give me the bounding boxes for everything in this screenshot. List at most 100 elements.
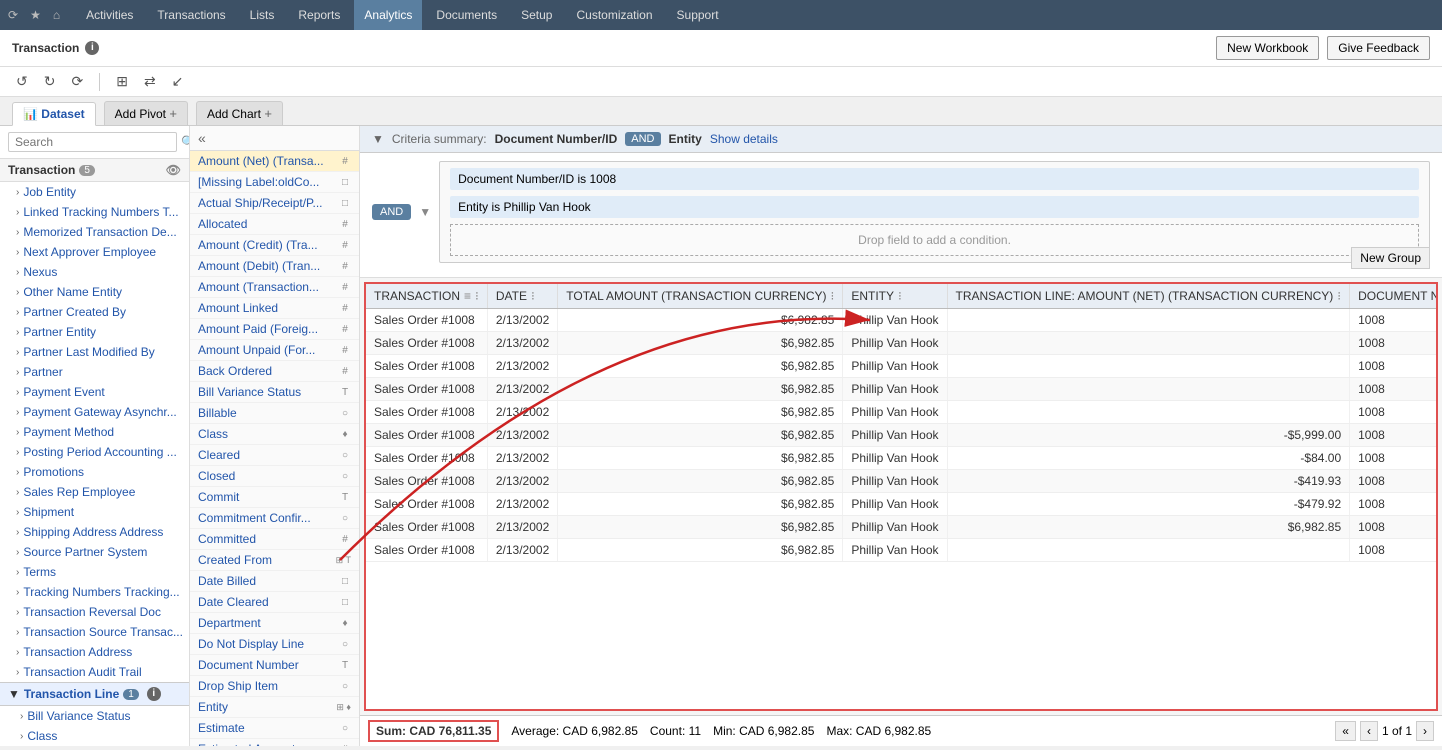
nav-lists[interactable]: Lists [240, 0, 285, 30]
field-back-ordered[interactable]: Back Ordered # [190, 361, 359, 382]
field-drop-ship[interactable]: Drop Ship Item ○ [190, 676, 359, 697]
sidebar-item-payment-method[interactable]: › Payment Method [0, 422, 189, 442]
field-committed[interactable]: Committed # [190, 529, 359, 550]
star-icon[interactable]: ★ [30, 8, 41, 22]
refresh-icon[interactable]: ⟳ [67, 71, 87, 92]
sidebar-item-partner-created[interactable]: › Partner Created By [0, 302, 189, 322]
tab-add-pivot[interactable]: Add Pivot + [104, 101, 188, 125]
share-icon[interactable]: ⇄ [140, 71, 160, 92]
cell-doc-num[interactable]: 1008 [1350, 493, 1438, 516]
cell-transaction[interactable]: Sales Order #1008 [366, 447, 487, 470]
sidebar-item-posting-period[interactable]: › Posting Period Accounting ... [0, 442, 189, 462]
cell-transaction[interactable]: Sales Order #1008 [366, 355, 487, 378]
cell-transaction[interactable]: Sales Order #1008 [366, 539, 487, 562]
house-icon[interactable]: ⌂ [53, 8, 60, 22]
field-commitment-confirm[interactable]: Commitment Confir... ○ [190, 508, 359, 529]
field-bill-variance[interactable]: Bill Variance Status T [190, 382, 359, 403]
field-created-from[interactable]: Created From ⊞ T [190, 550, 359, 571]
first-page-button[interactable]: « [1335, 721, 1356, 741]
field-commit[interactable]: Commit T [190, 487, 359, 508]
field-amount-transaction[interactable]: Amount (Transaction... # [190, 277, 359, 298]
tab-dataset[interactable]: 📊 Dataset [12, 102, 96, 126]
visibility-icon[interactable]: 👁 [166, 163, 181, 177]
field-entity[interactable]: Entity ⊞ ♦ [190, 697, 359, 718]
sidebar-item-shipment[interactable]: › Shipment [0, 502, 189, 522]
sidebar-item-terms[interactable]: › Terms [0, 562, 189, 582]
col-date[interactable]: DATE ⁝ [487, 284, 557, 309]
sidebar-item-partner-last[interactable]: › Partner Last Modified By [0, 342, 189, 362]
prev-page-button[interactable]: ‹ [1360, 721, 1378, 741]
field-amount-net[interactable]: Amount (Net) (Transa... # [190, 151, 359, 172]
sidebar-item-tracking-numbers[interactable]: › Tracking Numbers Tracking... [0, 582, 189, 602]
field-date-billed[interactable]: Date Billed □ [190, 571, 359, 592]
field-estimated-amount[interactable]: Estimated Amount # [190, 739, 359, 746]
cell-transaction[interactable]: Sales Order #1008 [366, 493, 487, 516]
cell-transaction[interactable]: Sales Order #1008 [366, 401, 487, 424]
sidebar-item-transaction-address[interactable]: › Transaction Address [0, 642, 189, 662]
cell-transaction[interactable]: Sales Order #1008 [366, 332, 487, 355]
filter-condition-1[interactable]: Document Number/ID is 1008 [450, 168, 1419, 190]
sidebar-item-partner[interactable]: › Partner [0, 362, 189, 382]
field-amount-linked[interactable]: Amount Linked # [190, 298, 359, 319]
cell-doc-num[interactable]: 1008 [1350, 332, 1438, 355]
nav-transactions[interactable]: Transactions [147, 0, 235, 30]
field-amount-debit[interactable]: Amount (Debit) (Tran... # [190, 256, 359, 277]
field-date-cleared[interactable]: Date Cleared □ [190, 592, 359, 613]
nav-analytics[interactable]: Analytics [354, 0, 422, 30]
undo-icon[interactable]: ↺ [12, 71, 32, 92]
cell-doc-num[interactable]: 1008 [1350, 378, 1438, 401]
transaction-line-info-icon[interactable]: i [147, 687, 161, 701]
home-icon[interactable]: ⟳ [8, 8, 18, 22]
sidebar-item-transaction-reversal[interactable]: › Transaction Reversal Doc [0, 602, 189, 622]
nav-reports[interactable]: Reports [288, 0, 350, 30]
nav-customization[interactable]: Customization [566, 0, 662, 30]
new-group-button[interactable]: New Group [1351, 247, 1430, 269]
title-info-icon[interactable]: i [85, 41, 99, 55]
and-operator[interactable]: AND [372, 204, 411, 220]
sidebar-item-other-name[interactable]: › Other Name Entity [0, 282, 189, 302]
col-entity[interactable]: ENTITY ⁝ [843, 284, 947, 309]
tab-add-chart[interactable]: Add Chart + [196, 101, 283, 125]
field-document-number[interactable]: Document Number T [190, 655, 359, 676]
cell-doc-num[interactable]: 1008 [1350, 447, 1438, 470]
field-amount-unpaid[interactable]: Amount Unpaid (For... # [190, 340, 359, 361]
sidebar-item-shipping-address[interactable]: › Shipping Address Address [0, 522, 189, 542]
sidebar-item-partner-entity[interactable]: › Partner Entity [0, 322, 189, 342]
search-input[interactable] [8, 132, 177, 152]
sidebar-item-source-partner[interactable]: › Source Partner System [0, 542, 189, 562]
new-workbook-button[interactable]: New Workbook [1216, 36, 1319, 60]
cell-doc-num[interactable]: 1008 [1350, 355, 1438, 378]
field-amount-paid-foreign[interactable]: Amount Paid (Foreig... # [190, 319, 359, 340]
sidebar-item-transaction-audit[interactable]: › Transaction Audit Trail [0, 662, 189, 682]
field-closed[interactable]: Closed ○ [190, 466, 359, 487]
transaction-line-section[interactable]: ▼ Transaction Line 1 i [0, 682, 189, 706]
sidebar-item-memorized[interactable]: › Memorized Transaction De... [0, 222, 189, 242]
field-allocated[interactable]: Allocated # [190, 214, 359, 235]
field-missing-label[interactable]: [Missing Label:oldCo... □ [190, 172, 359, 193]
cell-transaction[interactable]: Sales Order #1008 [366, 470, 487, 493]
cell-transaction[interactable]: Sales Order #1008 [366, 378, 487, 401]
field-department[interactable]: Department ♦ [190, 613, 359, 634]
filter-condition-2[interactable]: Entity is Phillip Van Hook [450, 196, 1419, 218]
field-actual-ship[interactable]: Actual Ship/Receipt/P... □ [190, 193, 359, 214]
col-doc-num[interactable]: DOCUMENT NUMBER [1350, 284, 1438, 309]
col-total-amount[interactable]: TOTAL AMOUNT (TRANSACTION CURRENCY) ⁝ [558, 284, 843, 309]
field-amount-credit[interactable]: Amount (Credit) (Tra... # [190, 235, 359, 256]
sidebar-item-next-approver[interactable]: › Next Approver Employee [0, 242, 189, 262]
search-icon[interactable]: 🔍 [181, 135, 190, 149]
grid-icon[interactable]: ⊞ [112, 71, 132, 92]
sidebar-item-transaction-source[interactable]: › Transaction Source Transac... [0, 622, 189, 642]
export-icon[interactable]: ↙ [168, 71, 188, 92]
sidebar-item-class[interactable]: › Class [0, 726, 189, 746]
sidebar-item-sales-rep[interactable]: › Sales Rep Employee [0, 482, 189, 502]
cell-transaction[interactable]: Sales Order #1008 [366, 309, 487, 332]
criteria-collapse-icon[interactable]: ▼ [372, 132, 384, 146]
sidebar-item-payment-event[interactable]: › Payment Event [0, 382, 189, 402]
collapse-icon[interactable]: « [198, 130, 206, 146]
field-estimate[interactable]: Estimate ○ [190, 718, 359, 739]
nav-setup[interactable]: Setup [511, 0, 562, 30]
nav-activities[interactable]: Activities [76, 0, 143, 30]
field-class[interactable]: Class ♦ [190, 424, 359, 445]
cell-doc-num[interactable]: 1008 [1350, 539, 1438, 562]
show-details-link[interactable]: Show details [710, 132, 778, 146]
